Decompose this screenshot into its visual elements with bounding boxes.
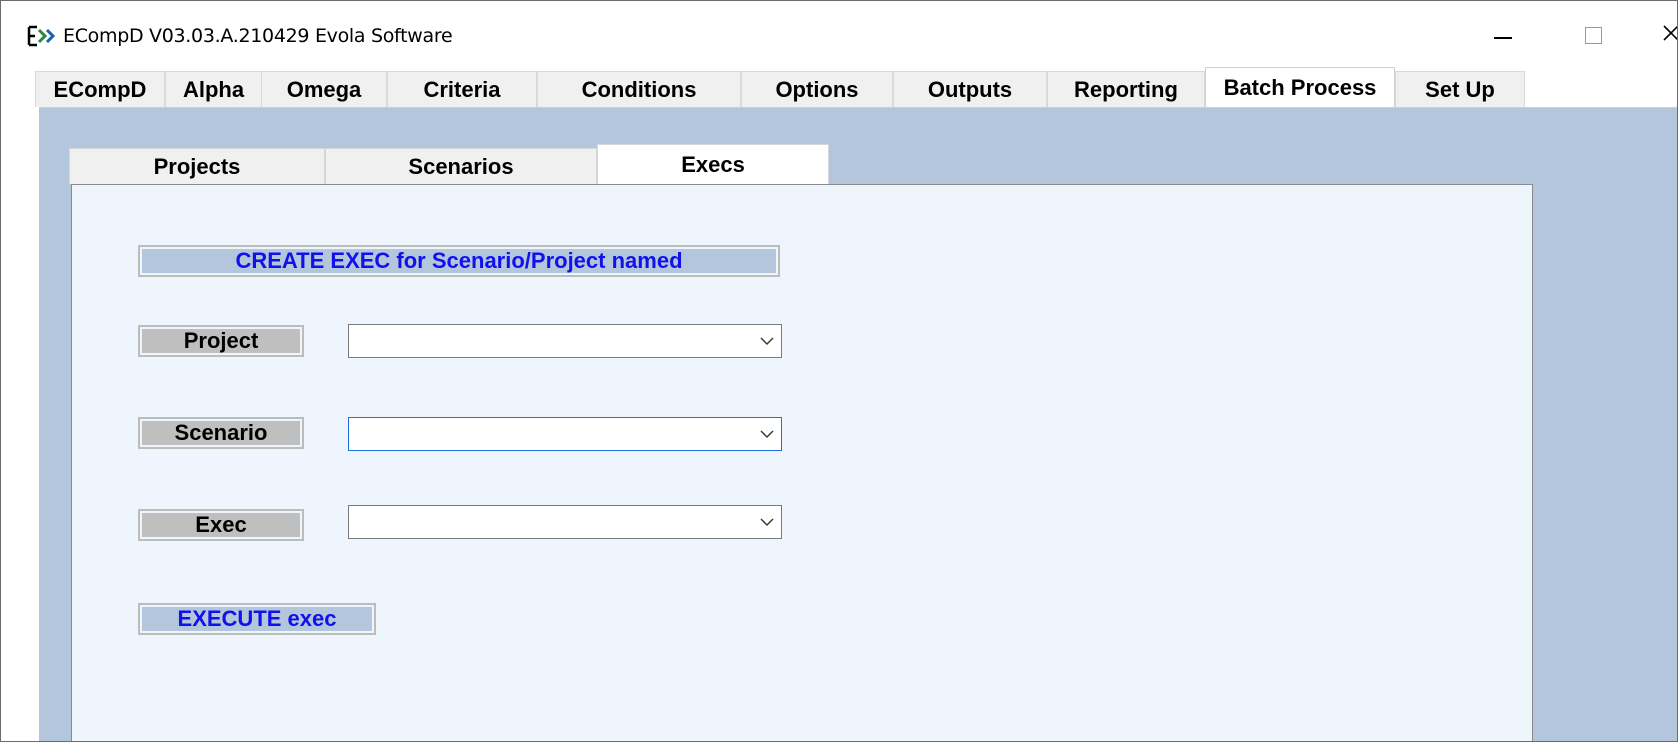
minimize-button[interactable]	[1483, 19, 1523, 51]
tab-set-up[interactable]: Set Up	[1395, 71, 1525, 107]
chevron-down-icon[interactable]	[759, 427, 775, 441]
tab-ecompd[interactable]: ECompD	[35, 71, 165, 107]
minimize-icon	[1494, 31, 1512, 39]
create-exec-header: CREATE EXEC for Scenario/Project named	[138, 245, 780, 277]
tab-outputs[interactable]: Outputs	[893, 71, 1047, 107]
tab-projects[interactable]: Projects	[69, 148, 325, 184]
tab-alpha[interactable]: Alpha	[165, 71, 261, 107]
tab-reporting[interactable]: Reporting	[1047, 71, 1205, 107]
title-bar: ECompD V03.03.A.210429 Evola Software	[1, 1, 1677, 67]
tab-conditions[interactable]: Conditions	[537, 71, 741, 107]
scenario-select[interactable]	[348, 417, 782, 451]
project-label: Project	[138, 325, 304, 357]
close-icon	[1662, 24, 1677, 47]
execute-exec-button[interactable]: EXECUTE exec	[138, 603, 376, 635]
app-window: ECompD V03.03.A.210429 Evola Software EC…	[0, 0, 1678, 742]
exec-label: Exec	[138, 509, 304, 541]
window-title: ECompD V03.03.A.210429 Evola Software	[63, 25, 453, 47]
tab-execs[interactable]: Execs	[597, 144, 829, 184]
batch-process-workspace: Projects Scenarios Execs CREATE EXEC for…	[39, 107, 1677, 741]
chevron-down-icon[interactable]	[759, 334, 775, 348]
tab-criteria[interactable]: Criteria	[387, 71, 537, 107]
maximize-icon	[1584, 26, 1602, 44]
scenario-label: Scenario	[138, 417, 304, 449]
tab-batch-process[interactable]: Batch Process	[1205, 67, 1395, 107]
project-select[interactable]	[348, 324, 782, 358]
maximize-button[interactable]	[1573, 19, 1613, 51]
tab-omega[interactable]: Omega	[261, 71, 387, 107]
tab-options[interactable]: Options	[741, 71, 893, 107]
chevron-down-icon[interactable]	[759, 515, 775, 529]
execs-panel: CREATE EXEC for Scenario/Project named P…	[71, 184, 1533, 741]
exec-select[interactable]	[348, 505, 782, 539]
close-button[interactable]	[1651, 19, 1677, 51]
ecompd-logo-icon	[27, 25, 59, 47]
tab-scenarios[interactable]: Scenarios	[325, 148, 597, 184]
